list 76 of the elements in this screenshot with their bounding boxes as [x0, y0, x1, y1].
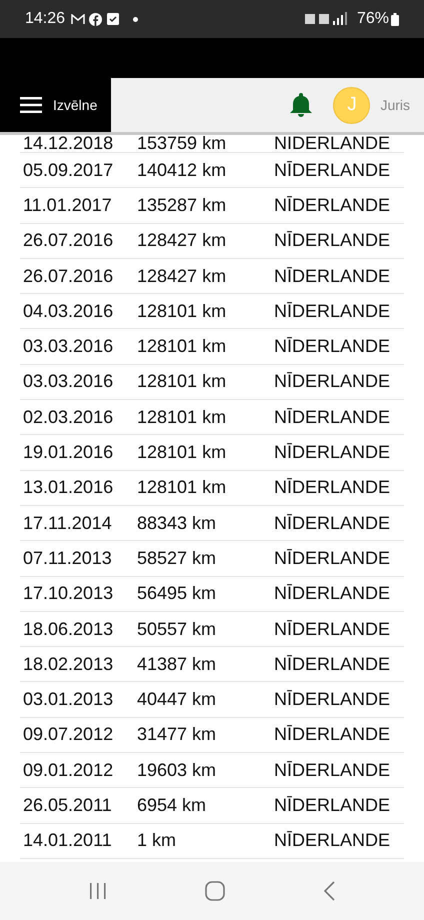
date-cell-text: 14.12.2018	[22, 135, 114, 152]
date-cell-text: 04.03.2016	[22, 300, 114, 323]
recent-apps-icon[interactable]	[89, 882, 107, 900]
date-cell-text: 03.01.2013	[22, 688, 114, 712]
menu-icon	[20, 97, 42, 113]
country-cell-text: NĪDERLANDE	[274, 158, 390, 182]
odometer-cell-text: 128101 km	[137, 406, 228, 429]
odometer-cell-text: 140412 km	[137, 158, 228, 182]
odometer-cell-text: 128101 km	[137, 300, 228, 323]
odometer-cell-text: 128427 km	[137, 229, 228, 252]
country-cell-text: NĪDERLANDE	[274, 546, 390, 570]
odometer-cell-text: 88343 km	[137, 512, 218, 535]
odometer-cell-text: 128101 km	[137, 441, 228, 464]
country-cell-text: NĪDERLANDE	[274, 652, 390, 676]
menu-button[interactable]: Izvēlne	[0, 78, 111, 132]
date-cell-text: 19.01.2016	[22, 441, 114, 464]
date-cell-text: 09.01.2012	[22, 758, 114, 782]
odometer-cell-text: 31477 km	[137, 723, 218, 746]
country-cell-text: NĪDERLANDE	[274, 194, 390, 217]
date-cell-text: 26.07.2016	[22, 264, 114, 288]
date-cell-text: 09.07.2012	[22, 723, 114, 746]
date-cell-text: 03.03.2016	[22, 370, 114, 394]
country-cell-text: NĪDERLANDE	[274, 264, 390, 288]
odometer-cell-text: 153759 km	[137, 135, 228, 152]
odometer-cell-text: 40447 km	[137, 688, 218, 712]
country-cell-text: NĪDERLANDE	[274, 335, 390, 358]
date-cell-text: 07.11.2013	[22, 546, 113, 570]
date-cell-text: 26.07.2016	[22, 229, 114, 252]
country-cell-text: NĪDERLANDE	[274, 441, 390, 464]
date-cell-text: 05.09.2017	[22, 158, 114, 182]
checkbox-icon	[107, 13, 120, 25]
country-cell-text: NĪDERLANDE	[274, 512, 390, 535]
date-cell-text: 03.03.2016	[22, 335, 114, 358]
country-cell-text: NĪDERLANDE	[274, 229, 390, 252]
back-icon[interactable]	[323, 881, 335, 901]
country-cell-text: NĪDERLANDE	[274, 582, 390, 606]
odometer-cell-text: 1 km	[137, 829, 178, 852]
battery-percent: 76%	[356, 9, 389, 29]
country-cell-text: NĪDERLANDE	[274, 688, 390, 712]
odometer-cell-text: 128101 km	[137, 335, 228, 358]
country-cell: NIDERLANDE	[274, 135, 390, 152]
country-cell-text: NĪDERLANDE	[274, 370, 390, 394]
odometer-cell-text: 19603 km	[137, 758, 218, 782]
odometer-cell-text: 58527 km	[137, 546, 218, 570]
odometer-cell-text: 50557 km	[137, 618, 218, 640]
odometer-cell-text: 135287 km	[137, 194, 228, 217]
bell-icon[interactable]	[289, 92, 314, 118]
odometer-cell-text: 128427 km	[137, 264, 228, 288]
country-cell-text: NĪDERLANDE	[274, 618, 390, 640]
date-cell-text: 18.06.2013	[22, 618, 114, 640]
date-cell-text: 17.10.2013	[22, 582, 114, 606]
date-cell-text: 14.01.2011	[22, 829, 113, 852]
date-cell-text: 26.05.2011	[22, 794, 113, 817]
date-cell-text: 02.03.2016	[22, 406, 114, 429]
odometer-cell-text: 128101 km	[137, 476, 228, 500]
date-cell-text: 11.01.2017	[22, 194, 113, 217]
country-cell-text: NĪDERLANDE	[274, 794, 390, 817]
country-cell-text: NĪDERLANDE	[274, 406, 390, 429]
facebook-icon	[89, 12, 102, 26]
odometer-cell-text: 56495 km	[137, 582, 218, 606]
country-cell-text: NĪDERLANDE	[274, 723, 390, 746]
mail-icon	[71, 14, 86, 24]
user-name: Juris	[380, 96, 410, 114]
country-cell-text: NĪDERLANDE	[274, 829, 390, 852]
date-cell-text: 18.02.2013	[22, 652, 114, 676]
country-cell-text: NĪDERLANDE	[274, 300, 390, 323]
battery-icon	[391, 12, 399, 26]
odometer-cell-text: 128101 km	[137, 370, 228, 394]
home-icon[interactable]	[205, 881, 225, 901]
odometer-cell-text: 6954 km	[137, 794, 208, 817]
country-cell-text: NĪDERLANDE	[274, 476, 390, 500]
status-time: 14:26	[25, 9, 66, 29]
odometer-cell-text: 41387 km	[137, 652, 218, 676]
date-cell-text: 17.11.2014	[22, 512, 113, 535]
date-cell-text: 13.01.2016	[22, 476, 114, 500]
country-cell-text: NĪDERLANDE	[274, 758, 390, 782]
